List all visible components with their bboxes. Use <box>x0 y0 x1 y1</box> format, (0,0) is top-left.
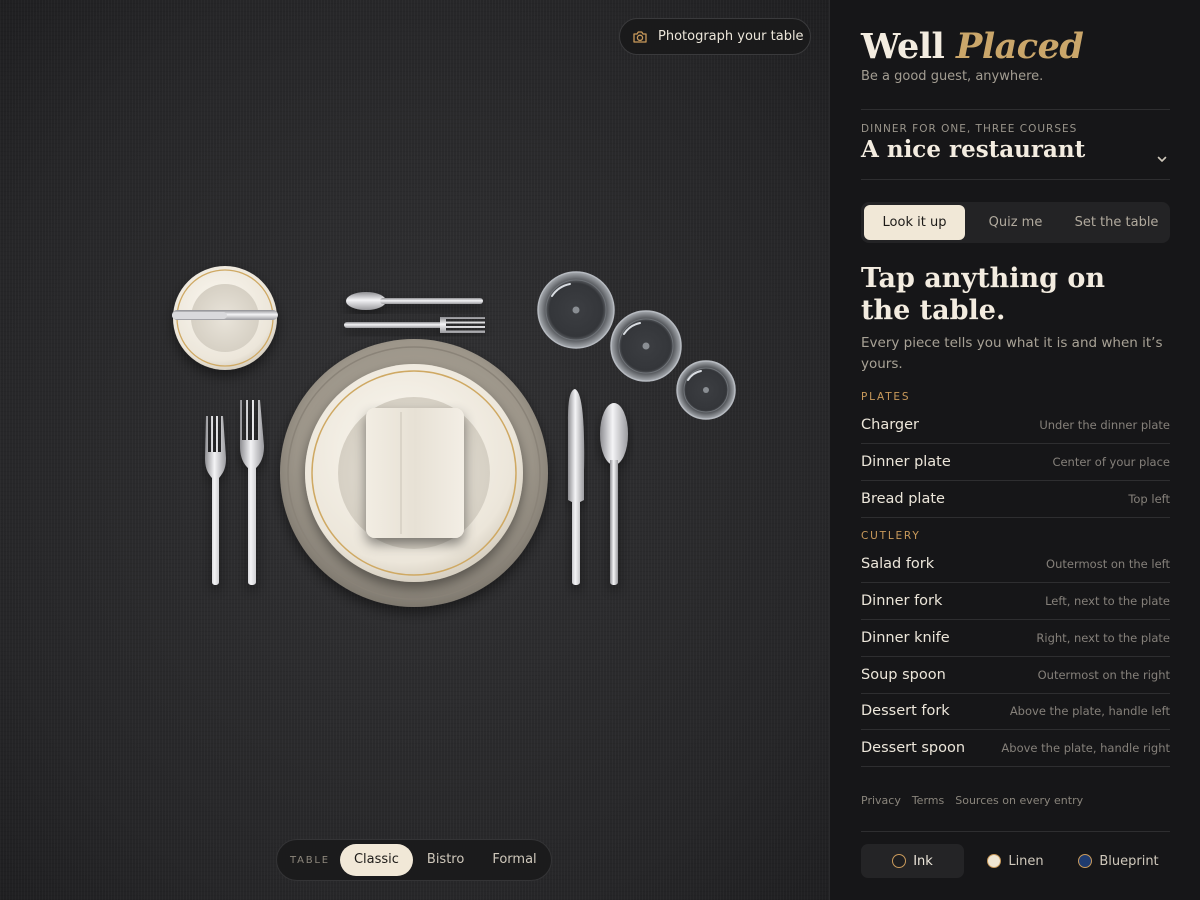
tagline: Be a good guest, anywhere. <box>861 69 1044 84</box>
chevron-down-icon[interactable] <box>1155 152 1169 166</box>
item-location: Left, next to the plate <box>1045 594 1170 608</box>
item-location: Center of your place <box>1052 455 1170 469</box>
butter-knife[interactable] <box>172 310 278 320</box>
table-style-bistro[interactable]: Bistro <box>413 844 478 876</box>
salad-fork[interactable] <box>205 416 226 585</box>
item-name: Dinner knife <box>861 630 950 646</box>
headline: Tap anything on the table. <box>861 263 1106 326</box>
theme-swatch-icon <box>1078 854 1093 868</box>
list-item-dinner-knife[interactable]: Dinner knife Right, next to the plate <box>861 620 1170 657</box>
tab-look-it-up[interactable]: Look it up <box>864 205 965 240</box>
divider <box>861 831 1170 832</box>
item-name: Salad fork <box>861 556 935 572</box>
sources-link[interactable]: Sources on every entry <box>955 794 1083 807</box>
dinner-knife[interactable] <box>568 389 585 585</box>
theme-label: Linen <box>1008 853 1044 869</box>
list-item-salad-fork[interactable]: Salad fork Outermost on the left <box>861 546 1170 583</box>
app-title-main: Well <box>861 26 945 67</box>
theme-swatch-icon <box>987 854 1002 868</box>
mode-tabs: Look it up Quiz me Set the table <box>861 202 1170 243</box>
list-item-dinner-plate[interactable]: Dinner plate Center of your place <box>861 444 1170 481</box>
item-location: Above the plate, handle right <box>1001 741 1170 755</box>
item-location: Top left <box>1128 492 1170 506</box>
app-title-accent: Placed <box>956 26 1084 67</box>
list-item-dessert-fork[interactable]: Dessert fork Above the plate, handle lef… <box>861 693 1170 730</box>
item-location: Outermost on the right <box>1037 668 1170 682</box>
lede: Every piece tells you what it is and whe… <box>861 335 1163 372</box>
item-location: Under the dinner plate <box>1039 418 1170 432</box>
theme-label: Blueprint <box>1099 853 1159 869</box>
dessert-spoon[interactable] <box>346 292 483 310</box>
place-setting <box>172 266 736 607</box>
table-surface: Photograph your table TABLE Classic Bist… <box>0 0 829 900</box>
theme-switcher: Ink Linen Blueprint <box>861 844 1170 878</box>
white-wine-glass[interactable] <box>676 360 736 420</box>
soup-spoon[interactable] <box>600 403 628 585</box>
water-glass[interactable] <box>537 271 615 349</box>
item-name: Bread plate <box>861 491 945 507</box>
item-location: Above the plate, handle left <box>1009 704 1170 718</box>
section-plates-title: PLATES <box>861 391 911 403</box>
red-wine-glass[interactable] <box>610 310 682 382</box>
list-item-charger[interactable]: Charger Under the dinner plate <box>861 407 1170 444</box>
privacy-link[interactable]: Privacy <box>861 794 901 807</box>
scene-title[interactable]: A nice restaurant <box>861 136 1085 163</box>
item-name: Charger <box>861 417 919 433</box>
list-item-soup-spoon[interactable]: Soup spoon Outermost on the right <box>861 657 1170 694</box>
list-item-dessert-spoon[interactable]: Dessert spoon Above the plate, handle ri… <box>861 730 1170 767</box>
item-name: Soup spoon <box>861 667 946 683</box>
theme-linen[interactable]: Linen <box>964 844 1067 878</box>
camera-icon <box>633 30 647 43</box>
section-cutlery-title: CUTLERY <box>861 530 921 542</box>
divider <box>861 109 1170 110</box>
theme-swatch-icon <box>892 854 907 868</box>
item-name: Dinner fork <box>861 593 943 609</box>
theme-blueprint[interactable]: Blueprint <box>1067 844 1170 878</box>
table-style-switch: TABLE Classic Bistro Formal <box>276 839 552 881</box>
terms-link[interactable]: Terms <box>912 794 944 807</box>
app-title: Well Placed <box>861 26 1084 67</box>
table-style-formal[interactable]: Formal <box>478 844 550 876</box>
dinner-fork[interactable] <box>240 400 264 585</box>
item-location: Outermost on the left <box>1046 557 1170 571</box>
list-item-dinner-fork[interactable]: Dinner fork Left, next to the plate <box>861 583 1170 620</box>
divider <box>861 179 1170 180</box>
footer-links: Privacy Terms Sources on every entry <box>861 794 1083 807</box>
table-switch-label: TABLE <box>290 854 330 866</box>
theme-label: Ink <box>913 853 933 869</box>
item-name: Dessert fork <box>861 703 950 719</box>
item-name: Dessert spoon <box>861 740 966 756</box>
list-item-bread-plate[interactable]: Bread plate Top left <box>861 481 1170 518</box>
scene-kicker: DINNER FOR ONE, THREE COURSES <box>861 123 1078 135</box>
photograph-table-label: Photograph your table <box>658 29 804 44</box>
theme-ink[interactable]: Ink <box>861 844 964 878</box>
dessert-fork[interactable] <box>344 317 485 333</box>
item-name: Dinner plate <box>861 454 951 470</box>
side-panel: Well Placed Be a good guest, anywhere. D… <box>829 0 1200 900</box>
table-style-classic[interactable]: Classic <box>339 844 413 876</box>
item-location: Right, next to the plate <box>1036 631 1170 645</box>
napkin[interactable] <box>366 408 464 538</box>
tab-set-the-table[interactable]: Set the table <box>1066 205 1167 240</box>
photograph-table-button[interactable]: Photograph your table <box>619 18 811 55</box>
tab-quiz-me[interactable]: Quiz me <box>965 205 1066 240</box>
